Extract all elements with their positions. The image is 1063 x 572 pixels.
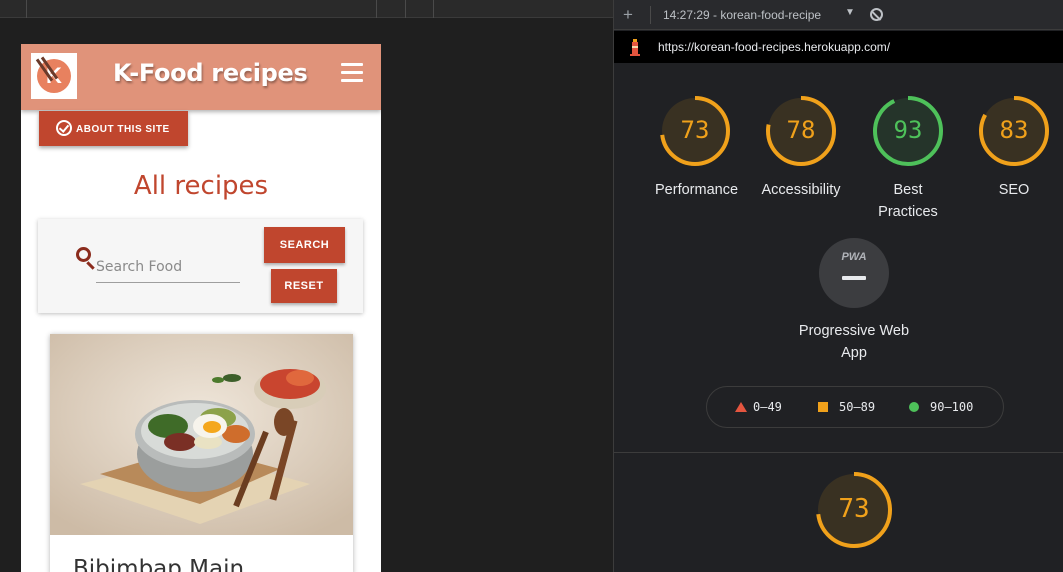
lighthouse-icon (630, 39, 640, 56)
caret-down-icon[interactable]: ▼ (845, 7, 855, 18)
hamburger-menu-icon[interactable] (341, 63, 363, 83)
performance-section-gauge[interactable]: 73 (814, 470, 894, 550)
gauge-best-practices[interactable]: 93 Best Practices (868, 94, 948, 223)
gauge-score: 73 (680, 116, 710, 144)
screen: K K-Food recipes ABOUT THIS SITE All rec… (0, 0, 1063, 572)
recipe-card[interactable]: Bibimbap Main (50, 334, 353, 572)
site-navbar: K K-Food recipes (21, 44, 381, 110)
gauge-seo[interactable]: 83 SEO (974, 94, 1054, 201)
search-icon (76, 247, 91, 262)
search-input[interactable] (96, 251, 240, 283)
pwa-label: Progressive Web App (798, 323, 910, 361)
recipe-title[interactable]: Bibimbap Main (73, 556, 244, 572)
score-legend: 0–49 50–89 90–100 (706, 386, 1004, 428)
gauge-label: Accessibility (761, 182, 841, 198)
clear-icon[interactable] (870, 8, 883, 21)
legend-average-range: 50–89 (839, 400, 876, 414)
plus-icon[interactable]: + (623, 5, 633, 25)
mobile-viewport: K K-Food recipes ABOUT THIS SITE All rec… (21, 44, 381, 572)
report-url[interactable]: https://korean-food-recipes.herokuapp.co… (658, 40, 890, 54)
search-button[interactable]: SEARCH (264, 227, 345, 263)
page-title: All recipes (133, 171, 269, 201)
toolbar-divider (26, 0, 27, 18)
gauge-performance[interactable]: 73 Performance (655, 94, 739, 201)
lighthouse-toolbar: + 14:27:29 - korean-food-recipe ▼ (614, 0, 1063, 30)
logo-circle: K (35, 56, 71, 93)
bibimbap-photo (50, 334, 353, 535)
pwa-badge-text: PWA (841, 251, 867, 263)
report-url-bar: https://korean-food-recipes.herokuapp.co… (614, 31, 1063, 63)
reset-button[interactable]: RESET (271, 269, 337, 303)
toolbar-divider (650, 6, 651, 24)
device-preview-pane: K K-Food recipes ABOUT THIS SITE All rec… (0, 0, 613, 572)
search-card: SEARCH RESET (38, 219, 363, 313)
section-gauge-score: 73 (838, 494, 870, 524)
gauge-label: Performance (655, 182, 739, 198)
toolbar-divider (405, 0, 406, 18)
gauge-score: 78 (786, 116, 816, 144)
report-selector[interactable]: 14:27:29 - korean-food-recipe (663, 8, 843, 22)
legend-fail-range: 0–49 (753, 400, 782, 414)
lighthouse-panel: + 14:27:29 - korean-food-recipe ▼ https:… (614, 0, 1063, 572)
circle-pass-icon (909, 402, 919, 412)
legend-pass-range: 90–100 (930, 400, 974, 414)
gauge-accessibility[interactable]: 78 Accessibility (761, 94, 841, 201)
gauge-label: SEO (998, 182, 1030, 198)
device-toolbar (0, 0, 613, 18)
about-site-button-label: ABOUT THIS SITE (76, 124, 170, 135)
triangle-fail-icon (735, 402, 747, 412)
gauge-label: Best Practices (878, 182, 938, 220)
recipe-image[interactable] (50, 334, 353, 535)
square-average-icon (818, 402, 828, 412)
section-divider (614, 452, 1063, 453)
gauge-score: 83 (999, 116, 1029, 144)
pwa-dash-icon (842, 276, 866, 280)
gauge-score: 93 (893, 116, 923, 144)
site-logo[interactable]: K (31, 53, 77, 99)
toolbar-divider (376, 0, 377, 18)
toolbar-divider (433, 0, 434, 18)
about-site-button[interactable]: ABOUT THIS SITE (39, 111, 188, 146)
pwa-badge[interactable]: PWA (819, 238, 889, 308)
site-brand-title[interactable]: K-Food recipes (113, 59, 308, 87)
check-circle-icon (56, 120, 72, 136)
